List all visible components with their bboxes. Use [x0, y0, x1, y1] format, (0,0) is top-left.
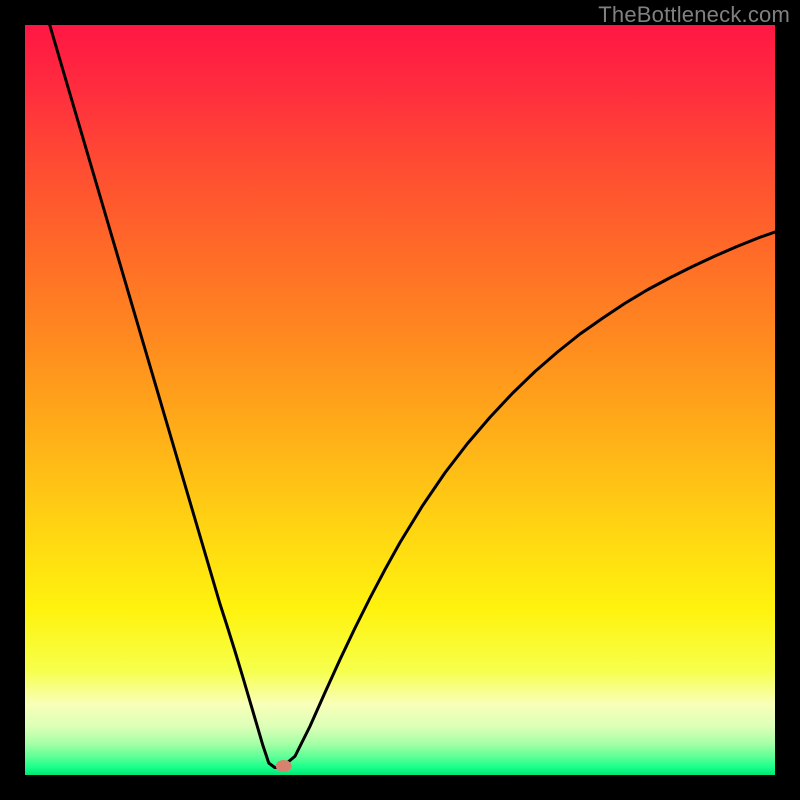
chart-svg: [25, 25, 775, 775]
chart-frame: TheBottleneck.com: [0, 0, 800, 800]
gradient-background: [25, 25, 775, 775]
chart-plot-area: [25, 25, 775, 775]
optimal-point-marker: [276, 760, 292, 772]
